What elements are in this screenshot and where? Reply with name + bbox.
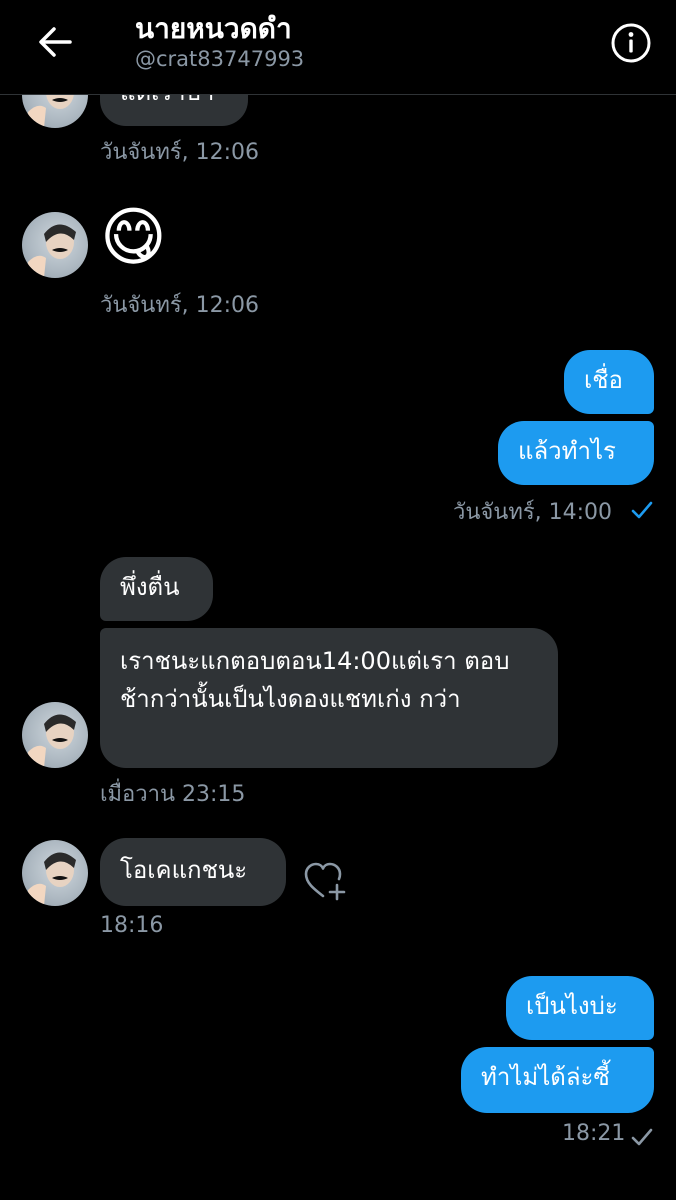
back-arrow-icon[interactable]	[30, 22, 76, 62]
message-text: ทำไม่ได้ล่ะซี้	[481, 1063, 610, 1091]
message-bubble-outgoing[interactable]: ทำไม่ได้ล่ะซี้	[461, 1047, 654, 1113]
message-text: โอเคแกชนะ	[120, 856, 248, 884]
avatar[interactable]	[22, 702, 88, 768]
info-icon[interactable]	[609, 21, 653, 65]
message-timestamp: วันจันทร์, 12:06	[100, 293, 260, 318]
message-text: พึ่งตื่น	[120, 573, 180, 601]
message-bubble-outgoing[interactable]: แล้วทำไร	[498, 421, 654, 485]
message-text: เราชนะแกตอบตอน14:00แต่เรา ตอบช้ากว่านั้น…	[120, 647, 510, 713]
avatar[interactable]	[22, 212, 88, 278]
message-timestamp: 18:16	[100, 913, 164, 938]
message-text: เชื่อ	[584, 366, 623, 394]
sent-check-icon	[630, 1127, 654, 1147]
message-timestamp: 18:21	[562, 1121, 626, 1146]
conversation-handle[interactable]: @crat83747993	[135, 47, 304, 71]
conversation-header: นายหนวดดำ @crat83747993	[0, 0, 676, 95]
message-timestamp: เมื่อวาน 23:15	[100, 782, 246, 807]
message-timestamp: วันจันทร์, 14:00	[453, 500, 613, 525]
emoji-message[interactable]: 😋	[100, 200, 167, 276]
message-text: เป็นไงบ่ะ	[526, 992, 618, 1020]
message-bubble[interactable]: เราชนะแกตอบตอน14:00แต่เรา ตอบช้ากว่านั้น…	[100, 628, 558, 768]
avatar[interactable]	[22, 840, 88, 906]
message-timestamp: วันจันทร์, 12:06	[100, 140, 260, 165]
conversation-title[interactable]: นายหนวดดำ	[135, 7, 292, 51]
message-text: แล้วทำไร	[518, 437, 616, 465]
message-bubble[interactable]: โอเคแกชนะ	[100, 838, 286, 906]
message-bubble[interactable]: พึ่งตื่น	[100, 557, 213, 621]
heart-plus-icon[interactable]	[302, 860, 348, 904]
message-bubble-outgoing[interactable]: เป็นไงบ่ะ	[506, 976, 654, 1040]
message-bubble-outgoing[interactable]: เชื่อ	[564, 350, 654, 414]
read-check-icon	[630, 500, 654, 520]
